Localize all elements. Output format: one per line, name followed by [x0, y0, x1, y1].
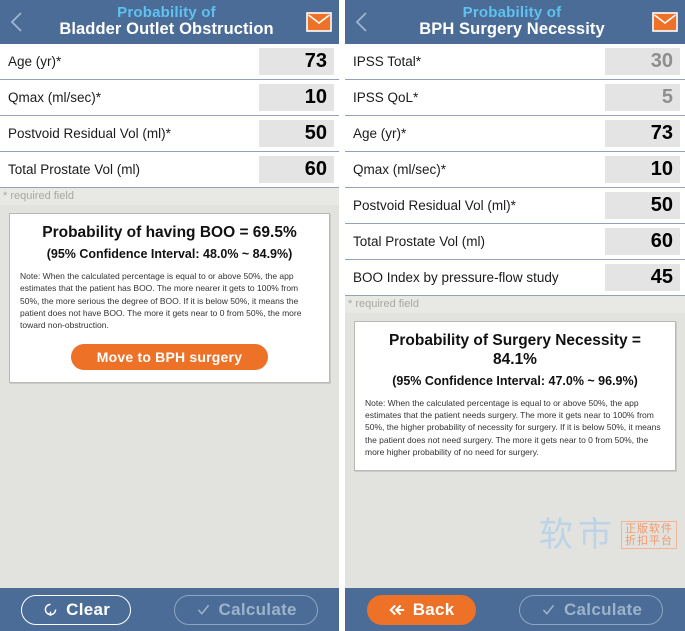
- table-row[interactable]: Postvoid Residual Vol (ml)* 50: [345, 188, 685, 224]
- field-label: Qmax (ml/sec)*: [353, 162, 447, 177]
- move-to-bph-surgery-button[interactable]: Move to BPH surgery: [70, 344, 269, 371]
- table-row[interactable]: IPSS Total* 30: [345, 44, 685, 80]
- table-row[interactable]: Age (yr)* 73: [345, 116, 685, 152]
- content-area-bph: Probability of Surgery Necessity = 84.1%…: [345, 313, 685, 588]
- field-label: Age (yr)*: [353, 126, 407, 141]
- field-value[interactable]: 50: [605, 192, 680, 219]
- watermark: 软市 正版软件 折扣平台: [539, 518, 677, 552]
- field-label: IPSS QoL*: [353, 90, 419, 105]
- app-header-boo: Probability of Bladder Outlet Obstructio…: [0, 0, 339, 44]
- screen-bph: Probability of BPH Surgery Necessity IPS…: [345, 0, 685, 631]
- page-title-bph: Probability of BPH Surgery Necessity: [379, 5, 645, 38]
- field-value[interactable]: 73: [605, 120, 680, 147]
- watermark-badge-line-1: 正版软件: [625, 521, 673, 535]
- field-label: Postvoid Residual Vol (ml)*: [353, 198, 516, 213]
- field-label: Total Prostate Vol (ml): [8, 162, 141, 177]
- field-value[interactable]: 5: [605, 84, 680, 111]
- table-row[interactable]: Total Prostate Vol (ml) 60: [0, 152, 339, 188]
- field-value[interactable]: 60: [259, 156, 334, 183]
- check-icon: [540, 601, 557, 618]
- field-label: Qmax (ml/sec)*: [8, 90, 102, 105]
- title-line-1: Probability of: [117, 4, 216, 22]
- field-label: Total Prostate Vol (ml): [353, 234, 486, 249]
- field-value[interactable]: 73: [259, 48, 334, 75]
- result-confidence-interval: (95% Confidence Interval: 48.0% ~ 84.9%): [46, 246, 293, 261]
- double-arrow-left-icon: [388, 603, 406, 617]
- table-row[interactable]: IPSS QoL* 5: [345, 80, 685, 116]
- calculate-button[interactable]: Calculate: [173, 594, 318, 625]
- table-row[interactable]: BOO Index by pressure-flow study 45: [345, 260, 685, 296]
- chevron-left-icon[interactable]: [345, 0, 379, 44]
- back-button[interactable]: Back: [366, 594, 476, 625]
- page-title-boo: Probability of Bladder Outlet Obstructio…: [34, 5, 299, 38]
- title-line-2: Bladder Outlet Obstruction: [59, 19, 274, 38]
- envelope-icon[interactable]: [299, 0, 339, 44]
- table-row[interactable]: Qmax (ml/sec)* 10: [345, 152, 685, 188]
- back-button-label: Back: [412, 599, 455, 619]
- calculate-button-label: Calculate: [563, 599, 643, 619]
- field-value[interactable]: 30: [605, 48, 680, 75]
- app-screenshot: Probability of Bladder Outlet Obstructio…: [0, 0, 685, 631]
- table-row[interactable]: Age (yr)* 73: [0, 44, 339, 80]
- field-label: Postvoid Residual Vol (ml)*: [8, 126, 171, 141]
- watermark-badge-line-2: 折扣平台: [625, 534, 673, 547]
- table-row[interactable]: Qmax (ml/sec)* 10: [0, 80, 339, 116]
- form-boo: Age (yr)* 73 Qmax (ml/sec)* 10 Postvoid …: [0, 44, 339, 188]
- content-area-boo: Probability of having BOO = 69.5% (95% C…: [0, 205, 339, 588]
- calculate-button[interactable]: Calculate: [518, 594, 664, 625]
- screen-boo: Probability of Bladder Outlet Obstructio…: [0, 0, 339, 631]
- bottom-toolbar-bph: Back Calculate: [345, 588, 685, 631]
- result-headline: Probability of Surgery Necessity = 84.1%: [389, 332, 641, 368]
- result-note: Note: When the calculated percentage is …: [365, 397, 661, 458]
- result-card-boo: Probability of having BOO = 69.5% (95% C…: [9, 213, 330, 384]
- required-field-note: * required field: [0, 188, 339, 205]
- field-label: Age (yr)*: [8, 54, 62, 69]
- field-value[interactable]: 10: [605, 156, 680, 183]
- field-value[interactable]: 60: [605, 228, 680, 255]
- required-field-note: * required field: [345, 296, 685, 313]
- bottom-toolbar-boo: Clear Calculate: [0, 588, 339, 631]
- envelope-icon[interactable]: [645, 0, 685, 44]
- table-row[interactable]: Postvoid Residual Vol (ml)* 50: [0, 116, 339, 152]
- app-header-bph: Probability of BPH Surgery Necessity: [345, 0, 685, 44]
- field-value[interactable]: 10: [259, 84, 334, 111]
- calculate-button-label: Calculate: [218, 599, 297, 619]
- result-confidence-interval: (95% Confidence Interval: 47.0% ~ 96.9%): [392, 373, 638, 388]
- watermark-badge: 正版软件 折扣平台: [621, 520, 677, 550]
- cta-wrapper: Move to BPH surgery: [20, 344, 319, 371]
- field-label: IPSS Total*: [353, 54, 422, 69]
- refresh-icon: [42, 601, 59, 618]
- watermark-text: 软市: [539, 515, 617, 555]
- field-value[interactable]: 45: [605, 264, 680, 291]
- field-value[interactable]: 50: [259, 120, 334, 147]
- result-headline: Probability of having BOO = 69.5%: [42, 224, 297, 241]
- chevron-left-icon[interactable]: [0, 0, 34, 44]
- table-row[interactable]: Total Prostate Vol (ml) 60: [345, 224, 685, 260]
- clear-button[interactable]: Clear: [21, 594, 132, 625]
- result-card-bph: Probability of Surgery Necessity = 84.1%…: [354, 321, 676, 472]
- clear-button-label: Clear: [66, 599, 111, 619]
- check-icon: [195, 601, 212, 618]
- title-line-2: BPH Surgery Necessity: [419, 19, 605, 38]
- result-note: Note: When the calculated percentage is …: [20, 270, 302, 331]
- field-label: BOO Index by pressure-flow study: [353, 270, 559, 285]
- form-bph: IPSS Total* 30 IPSS QoL* 5 Age (yr)* 73 …: [345, 44, 685, 296]
- title-line-1: Probability of: [462, 4, 562, 22]
